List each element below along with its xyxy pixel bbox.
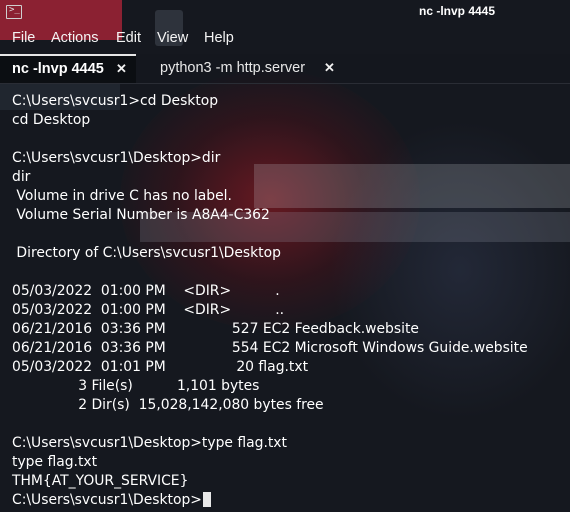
terminal-line: 06/21/2016 03:36 PM 554 EC2 Microsoft Wi… xyxy=(12,340,528,356)
terminal-line: 2 Dir(s) 15,028,142,080 bytes free xyxy=(12,397,324,413)
terminal-line: cd Desktop xyxy=(12,112,91,128)
terminal-line: Directory of C:\Users\svcusr1\Desktop xyxy=(12,245,281,261)
terminal-line: C:\Users\svcusr1\Desktop>type flag.txt xyxy=(12,435,287,451)
terminal-output[interactable]: C:\Users\svcusr1>cd Desktop cd Desktop C… xyxy=(12,92,568,510)
terminal-line: Volume Serial Number is A8A4-C362 xyxy=(12,207,270,223)
window-title: nc -lnvp 4445 xyxy=(419,4,496,18)
tab-label: nc -lnvp 4445 xyxy=(12,61,104,77)
terminal-icon: >_ xyxy=(6,5,22,19)
flag-output-line: THM{AT_YOUR_SERVICE} xyxy=(12,473,189,489)
terminal-line: 05/03/2022 01:00 PM <DIR> .. xyxy=(12,302,285,318)
terminal-line: 3 File(s) 1,101 bytes xyxy=(12,378,260,394)
terminal-line: C:\Users\svcusr1\Desktop>dir xyxy=(12,150,221,166)
close-icon[interactable]: ✕ xyxy=(116,61,127,77)
menu-edit[interactable]: Edit xyxy=(116,30,141,46)
title-bar: >_ nc -lnvp 4445 xyxy=(0,0,570,26)
terminal-line: 05/03/2022 01:01 PM 20 flag.txt xyxy=(12,359,309,375)
menu-help[interactable]: Help xyxy=(204,30,234,46)
text-cursor xyxy=(202,492,211,507)
tab-http-server[interactable]: python3 -m http.server ✕ xyxy=(146,54,351,83)
menu-bar: File Actions Edit View Help xyxy=(0,28,570,50)
terminal-line: 05/03/2022 01:00 PM <DIR> . xyxy=(12,283,280,299)
terminal-prompt: C:\Users\svcusr1\Desktop> xyxy=(12,492,202,508)
tab-nc-listener[interactable]: nc -lnvp 4445 ✕ xyxy=(0,54,136,83)
terminal-line: dir xyxy=(12,169,31,185)
close-icon[interactable]: ✕ xyxy=(324,60,335,76)
terminal-line: 06/21/2016 03:36 PM 527 EC2 Feedback.web… xyxy=(12,321,419,337)
terminal-line: Volume in drive C has no label. xyxy=(12,188,232,204)
tab-bar: nc -lnvp 4445 ✕ python3 -m http.server ✕ xyxy=(0,54,570,84)
menu-actions[interactable]: Actions xyxy=(51,30,99,46)
terminal-line: type flag.txt xyxy=(12,454,98,470)
terminal-prompt-line[interactable]: C:\Users\svcusr1\Desktop> xyxy=(12,491,211,510)
terminal-line: C:\Users\svcusr1>cd Desktop xyxy=(12,93,219,109)
tab-label: python3 -m http.server xyxy=(160,60,306,76)
menu-file[interactable]: File xyxy=(12,30,35,46)
menu-view[interactable]: View xyxy=(157,30,188,46)
